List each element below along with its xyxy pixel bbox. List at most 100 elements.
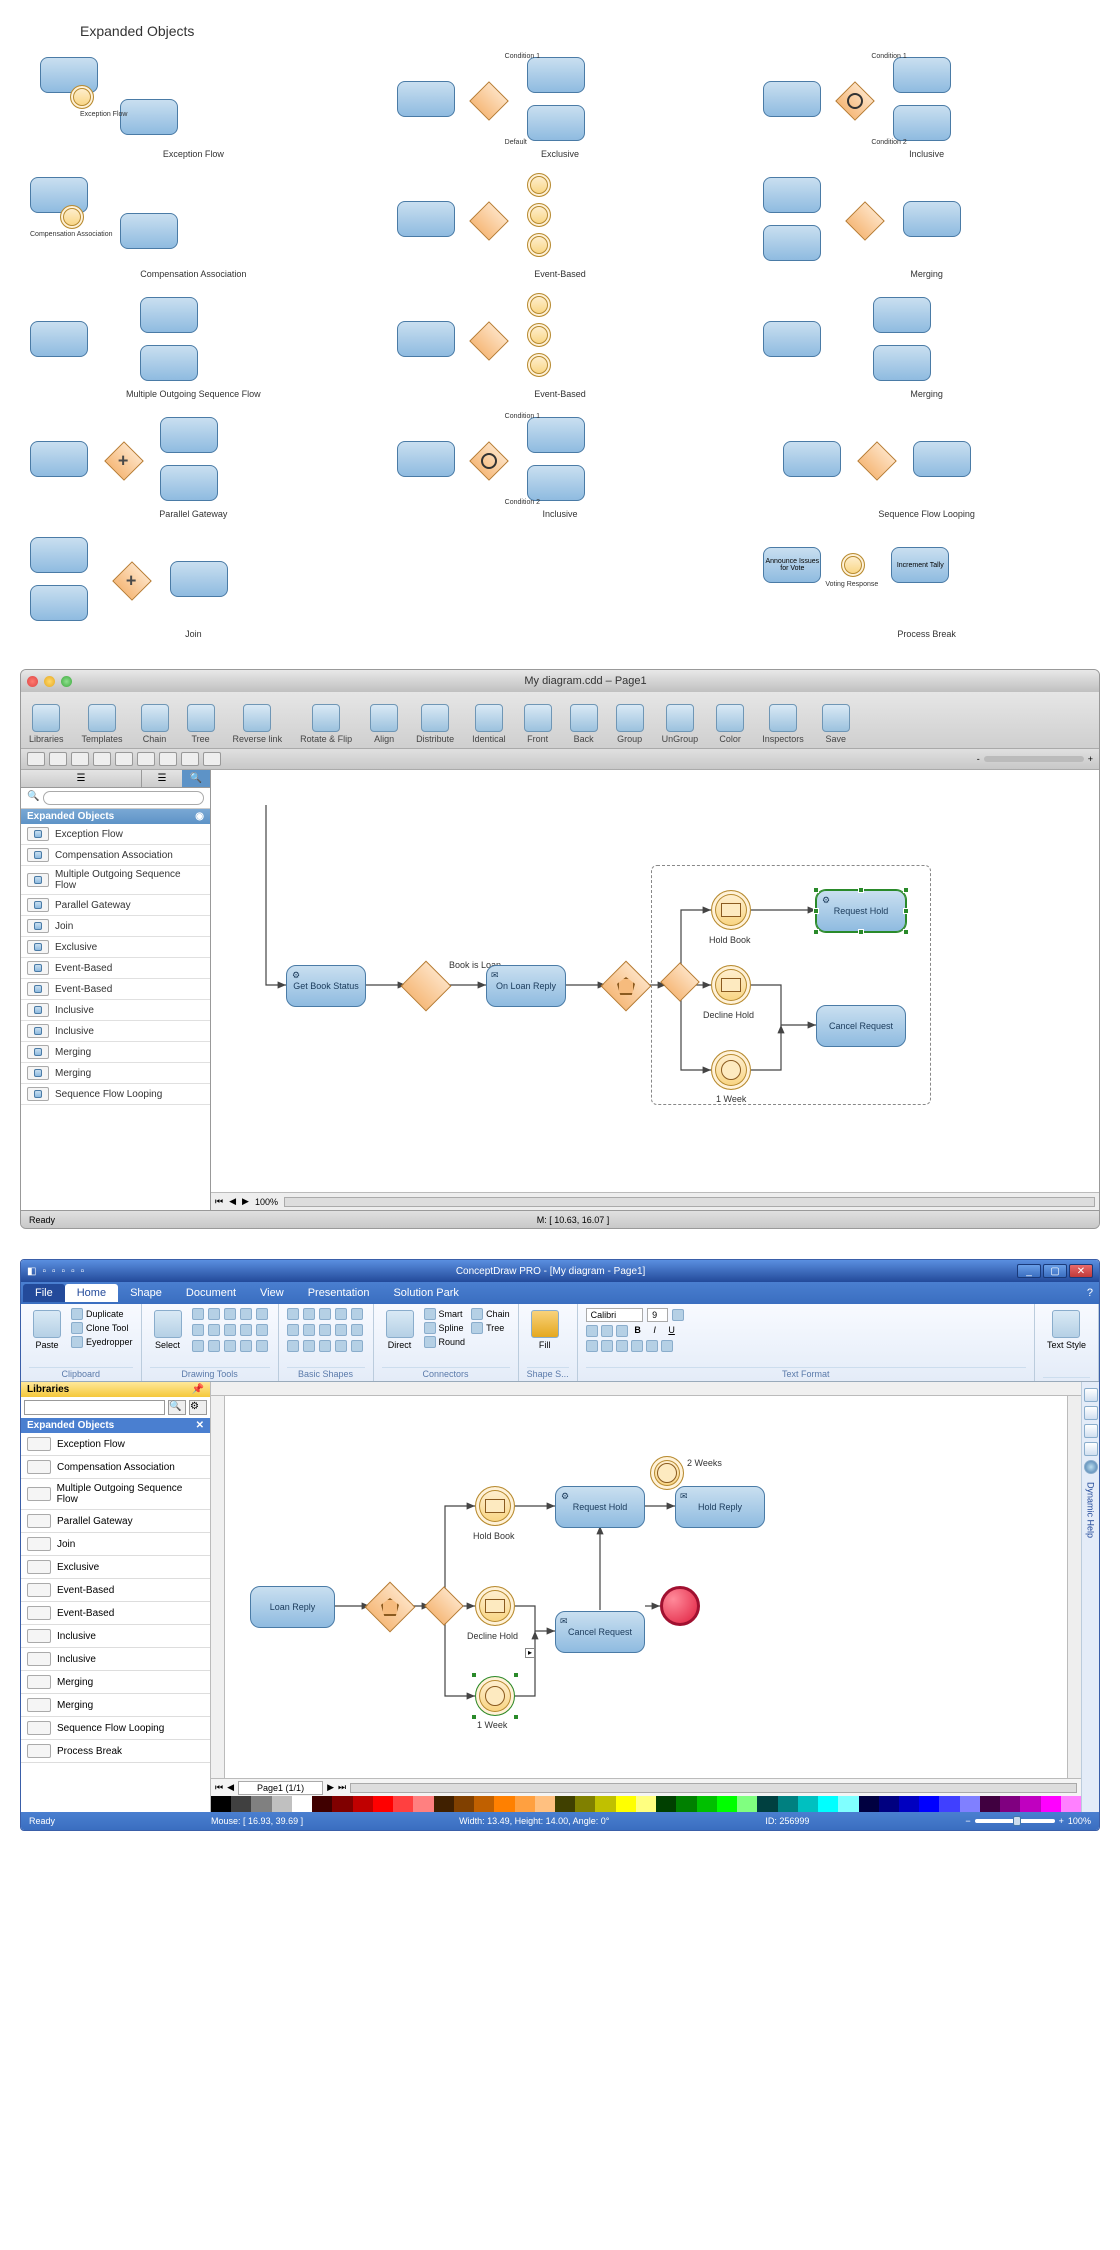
message-event[interactable] — [475, 1586, 515, 1626]
italic-button[interactable]: I — [648, 1325, 662, 1337]
color-button[interactable]: Color — [716, 704, 744, 744]
qat-save-icon[interactable]: ▫ — [62, 1266, 66, 1277]
color-swatch[interactable] — [676, 1796, 696, 1812]
drawing-tool[interactable] — [224, 1324, 236, 1336]
color-swatch[interactable] — [697, 1796, 717, 1812]
resize-handle[interactable] — [513, 1714, 519, 1720]
dynamic-help-tab[interactable]: Dynamic Help — [1086, 1478, 1096, 1542]
timer-event[interactable] — [475, 1676, 515, 1716]
color-swatch[interactable] — [1041, 1796, 1061, 1812]
color-swatch[interactable] — [616, 1796, 636, 1812]
save-button[interactable]: Save — [822, 704, 850, 744]
task-on-loan-reply[interactable]: ✉On Loan Reply — [486, 965, 566, 1007]
horizontal-scrollbar[interactable] — [284, 1197, 1095, 1207]
align-center-button[interactable] — [601, 1340, 613, 1352]
align-button[interactable]: Align — [370, 704, 398, 744]
templates-button[interactable]: Templates — [82, 704, 123, 744]
color-swatch[interactable] — [798, 1796, 818, 1812]
text-style-button[interactable]: Text Style — [1043, 1308, 1090, 1352]
front-button[interactable]: Front — [524, 704, 552, 744]
shape-button[interactable] — [351, 1308, 363, 1320]
bold-button[interactable]: B — [631, 1325, 645, 1337]
library-item[interactable]: Merging — [21, 1694, 210, 1717]
drawing-tool[interactable] — [240, 1308, 252, 1320]
align-left-button[interactable] — [586, 1340, 598, 1352]
drawing-tool[interactable] — [224, 1340, 236, 1352]
align-bottom-button[interactable] — [661, 1340, 673, 1352]
color-swatch[interactable] — [535, 1796, 555, 1812]
color-swatch[interactable] — [879, 1796, 899, 1812]
color-swatch[interactable] — [656, 1796, 676, 1812]
color-swatch[interactable] — [838, 1796, 858, 1812]
shape-button[interactable] — [303, 1340, 315, 1352]
ribbon-tab-home[interactable]: Home — [65, 1284, 118, 1302]
task-cancel-request[interactable]: ✉Cancel Request — [555, 1611, 645, 1653]
win-titlebar[interactable]: ◧ ▫ ▫ ▫ ▫ ▫ ConceptDraw PRO - [My diagra… — [21, 1260, 1099, 1282]
resize-handle[interactable] — [903, 929, 909, 935]
task-cancel-request[interactable]: Cancel Request — [816, 1005, 906, 1047]
color-swatch[interactable] — [434, 1796, 454, 1812]
close-icon[interactable]: ✕ — [196, 1420, 204, 1431]
drawing-tool[interactable] — [256, 1340, 268, 1352]
shape-button[interactable] — [319, 1340, 331, 1352]
color-swatch[interactable] — [899, 1796, 919, 1812]
panel-icon[interactable] — [1084, 1424, 1098, 1438]
color-swatch[interactable] — [1020, 1796, 1040, 1812]
tool-button[interactable] — [181, 752, 199, 766]
resize-handle[interactable] — [813, 908, 819, 914]
align-middle-button[interactable] — [646, 1340, 658, 1352]
zoom-slider[interactable] — [984, 756, 1084, 762]
color-swatch[interactable] — [231, 1796, 251, 1812]
color-swatch[interactable] — [960, 1796, 980, 1812]
library-item[interactable]: Compensation Association — [21, 1456, 210, 1479]
vertical-scrollbar[interactable] — [1067, 1396, 1081, 1778]
chain-button[interactable]: Chain — [471, 1308, 510, 1320]
search-input[interactable] — [24, 1400, 165, 1415]
color-swatch[interactable] — [757, 1796, 777, 1812]
sidebar-item[interactable]: Exclusive — [21, 937, 210, 958]
font-select[interactable]: Calibri — [586, 1308, 644, 1322]
shape-button[interactable] — [287, 1308, 299, 1320]
underline-button[interactable]: U — [665, 1325, 679, 1337]
tool-button[interactable] — [159, 752, 177, 766]
library-item[interactable]: Exclusive — [21, 1556, 210, 1579]
drawing-tool[interactable] — [240, 1324, 252, 1336]
zoom-slider[interactable] — [975, 1819, 1055, 1823]
minimize-button[interactable]: _ — [1017, 1264, 1041, 1278]
drawing-tool[interactable] — [208, 1308, 220, 1320]
back-button[interactable]: Back — [570, 704, 598, 744]
group-button[interactable]: Group — [616, 704, 644, 744]
message-event[interactable] — [711, 965, 751, 1005]
drawing-tool[interactable] — [192, 1308, 204, 1320]
tool-button[interactable] — [137, 752, 155, 766]
color-swatch[interactable] — [272, 1796, 292, 1812]
resize-handle[interactable] — [903, 887, 909, 893]
shape-button[interactable] — [335, 1324, 347, 1336]
tree-button[interactable]: Tree — [187, 704, 215, 744]
ribbon-tab-view[interactable]: View — [248, 1284, 296, 1302]
tree-button[interactable]: Tree — [471, 1322, 510, 1334]
color-swatch[interactable] — [515, 1796, 535, 1812]
ribbon-tab-shape[interactable]: Shape — [118, 1284, 174, 1302]
color-swatch[interactable] — [373, 1796, 393, 1812]
drawing-tool[interactable] — [240, 1340, 252, 1352]
color-swatch[interactable] — [393, 1796, 413, 1812]
fill-button[interactable]: Fill — [527, 1308, 563, 1352]
library-item[interactable]: Sequence Flow Looping — [21, 1717, 210, 1740]
drawing-tool[interactable] — [192, 1324, 204, 1336]
help-icon[interactable] — [1084, 1460, 1098, 1474]
eyedropper-button[interactable]: Eyedropper — [71, 1336, 133, 1348]
library-item[interactable]: Exception Flow — [21, 1433, 210, 1456]
smart-connector-button[interactable]: Smart — [424, 1308, 466, 1320]
task-hold-reply[interactable]: ✉Hold Reply — [675, 1486, 765, 1528]
qat-redo-icon[interactable]: ▫ — [81, 1266, 85, 1277]
sidebar-tab[interactable]: ☰ — [142, 770, 182, 787]
distribute-button[interactable]: Distribute — [416, 704, 454, 744]
color-swatch[interactable] — [332, 1796, 352, 1812]
resize-handle[interactable] — [471, 1672, 477, 1678]
resize-handle[interactable] — [858, 929, 864, 935]
drawing-tool[interactable] — [208, 1340, 220, 1352]
color-swatch[interactable] — [211, 1796, 231, 1812]
color-swatch[interactable] — [312, 1796, 332, 1812]
message-event[interactable] — [711, 890, 751, 930]
